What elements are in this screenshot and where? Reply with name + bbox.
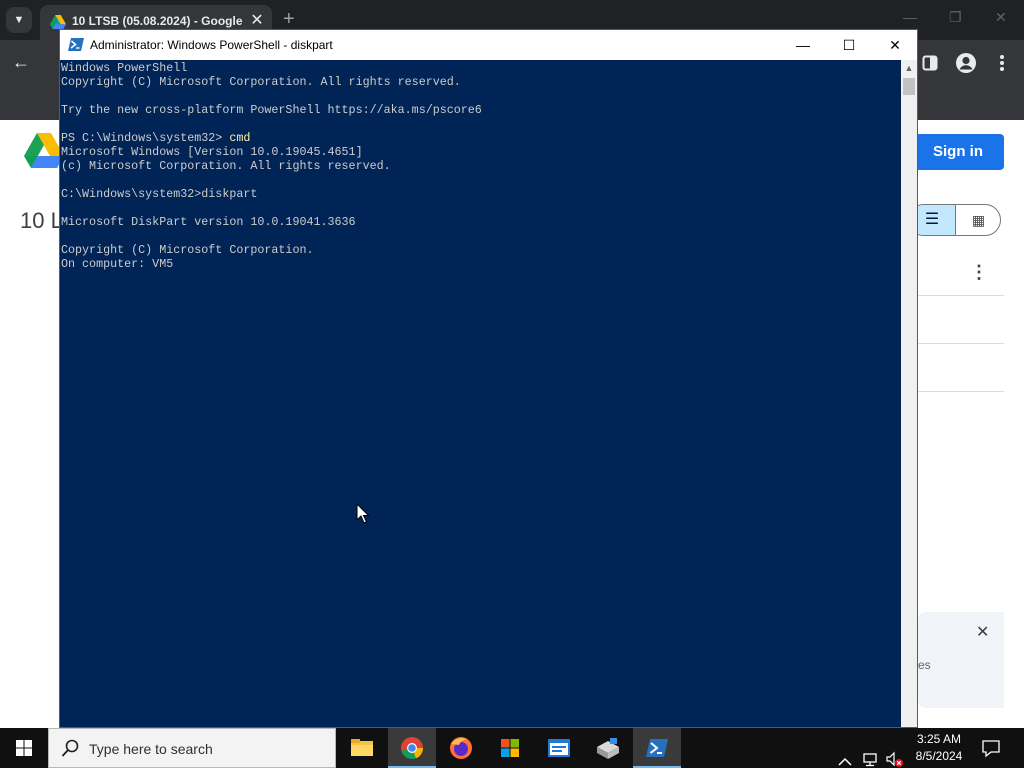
browser-tab-title: 10 LTSB (05.08.2024) - Google Drive (72, 14, 244, 28)
search-icon (61, 739, 79, 757)
console-line: Try the new cross-platform PowerShell ht… (61, 103, 482, 117)
console-line: (c) Microsoft Corporation. All rights re… (61, 159, 391, 173)
close-icon[interactable]: ✕ (872, 30, 918, 60)
grid-view-icon[interactable]: ▦ (955, 205, 1000, 235)
console-line: Windows PowerShell (61, 61, 188, 75)
browser-menu-icon[interactable] (999, 54, 1005, 72)
powershell-icon (68, 38, 84, 51)
console-line: Microsoft Windows [Version 10.0.19045.46… (61, 145, 363, 159)
row-divider (918, 343, 1004, 344)
notification-center-icon[interactable] (980, 737, 1002, 759)
browser-close-icon[interactable]: ✕ (995, 9, 1007, 26)
back-arrow-icon[interactable]: ← (12, 52, 30, 73)
browser-minimize-icon[interactable]: — (903, 9, 917, 25)
installer-taskbar-button[interactable] (584, 728, 632, 768)
window-app-taskbar-button[interactable] (535, 728, 583, 768)
clock-date: 8/5/2024 (915, 749, 963, 763)
row-divider (918, 295, 1004, 296)
side-panel-icon[interactable] (922, 55, 938, 71)
app-window-icon (548, 739, 570, 757)
console-prompt: PS C:\Windows\system32> (61, 131, 230, 145)
console-prompt-line: PS C:\Windows\system32> cmd (61, 131, 901, 145)
promo-text: es (918, 658, 931, 672)
page-breadcrumb: 10 L (20, 208, 63, 233)
more-actions-icon[interactable]: ⋮ (970, 262, 988, 283)
powershell-window[interactable]: Administrator: Windows PowerShell - disk… (59, 29, 918, 728)
console-line: Microsoft DiskPart version 10.0.19041.36… (61, 215, 356, 229)
maximize-icon[interactable]: ☐ (826, 30, 872, 60)
console-line: Copyright (C) Microsoft Corporation. All… (61, 75, 461, 89)
powershell-taskbar-button[interactable] (633, 728, 681, 768)
chrome-taskbar-button[interactable] (388, 728, 436, 768)
clock-time: 3:25 AM (916, 732, 962, 746)
window-title: Administrator: Windows PowerShell - disk… (90, 38, 333, 52)
console-output[interactable]: Windows PowerShell Copyright (C) Microsof… (60, 60, 901, 727)
row-divider (918, 391, 1004, 392)
taskbar: Type here to search 3:25 AM 8/5/2024 (0, 728, 1024, 768)
firefox-icon (450, 737, 472, 759)
windows-start-icon[interactable] (0, 728, 48, 768)
mouse-cursor-icon (356, 503, 370, 524)
network-icon[interactable] (862, 740, 880, 768)
volume-muted-icon[interactable] (885, 740, 905, 768)
console-scrollbar[interactable]: ▲ (901, 60, 917, 727)
scroll-up-icon[interactable]: ▲ (901, 60, 917, 77)
tab-search-dropdown-button[interactable]: ▼ (6, 7, 32, 33)
taskbar-clock[interactable]: 3:25 AM 8/5/2024 (910, 731, 968, 765)
view-toggle: ☰ ▦ (908, 204, 1001, 236)
tab-close-icon[interactable]: ✕ (248, 12, 266, 30)
google-drive-icon (50, 15, 66, 29)
microsoft-store-icon (501, 739, 519, 757)
promo-close-icon[interactable]: ✕ (976, 622, 989, 642)
new-tab-button[interactable]: + (283, 8, 295, 30)
profile-avatar-icon[interactable] (955, 52, 977, 74)
file-explorer-taskbar-button[interactable] (338, 728, 386, 768)
promo-card: ✕ es (918, 612, 1004, 708)
minimize-icon[interactable]: — (780, 30, 826, 60)
scrollbar-thumb[interactable] (903, 78, 915, 95)
browser-restore-icon[interactable]: ❐ (949, 9, 962, 26)
powershell-titlebar[interactable]: Administrator: Windows PowerShell - disk… (60, 30, 917, 60)
chevron-up-icon[interactable] (838, 742, 852, 768)
console-line: On computer: VM5 (61, 257, 174, 271)
console-command: cmd (229, 131, 251, 145)
powershell-icon (646, 739, 668, 757)
microsoft-store-taskbar-button[interactable] (486, 728, 534, 768)
sign-in-button[interactable]: Sign in (912, 134, 1004, 170)
chrome-icon (401, 737, 424, 760)
console-line: Copyright (C) Microsoft Corporation. (61, 243, 314, 257)
folder-icon (351, 739, 373, 756)
firefox-taskbar-button[interactable] (437, 728, 485, 768)
installer-icon (597, 738, 619, 759)
search-placeholder: Type here to search (89, 741, 213, 757)
google-drive-logo-icon (24, 133, 64, 168)
console-line: C:\Windows\system32>diskpart (61, 187, 258, 201)
taskbar-search-box[interactable]: Type here to search (48, 728, 336, 768)
